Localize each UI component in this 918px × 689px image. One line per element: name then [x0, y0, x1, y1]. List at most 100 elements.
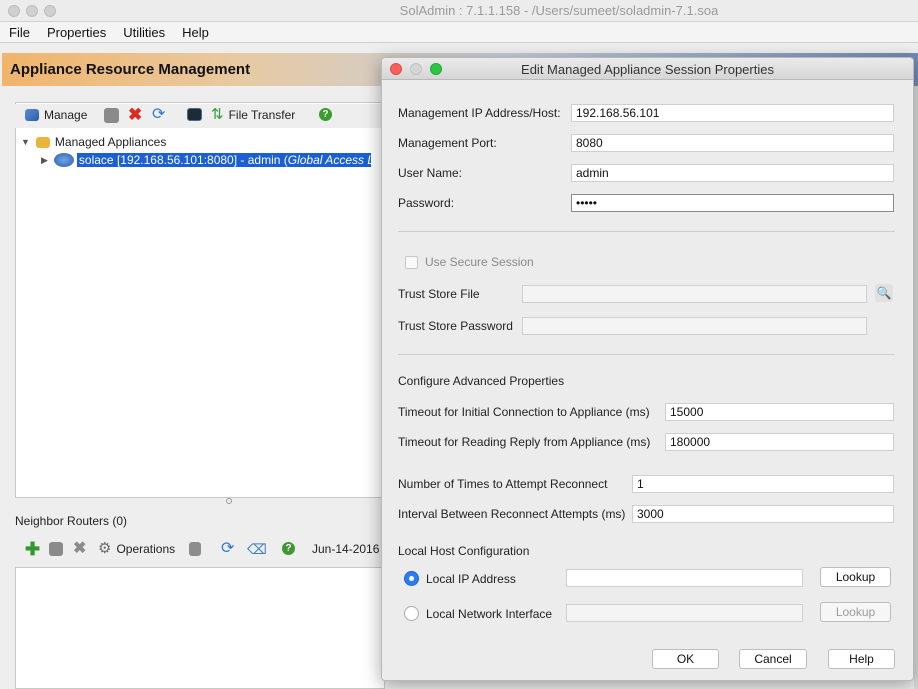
reconnect-attempts-label: Number of Times to Attempt Reconnect — [398, 477, 608, 491]
menu-properties[interactable]: Properties — [38, 22, 114, 40]
file-transfer-label: File Transfer — [228, 108, 296, 122]
username-label: User Name: — [398, 166, 463, 180]
local-nic-lookup-button[interactable]: Lookup — [820, 602, 891, 622]
reconnect-interval-label: Interval Between Reconnect Attempts (ms) — [398, 507, 626, 521]
port-label: Management Port: — [398, 136, 497, 150]
help-icon: ? — [282, 542, 295, 555]
console-button[interactable] — [187, 108, 202, 121]
neighbor-toolbar: ✚ ✖ ⚙ Operations ⟳ ⌫ ? Jun-14-2016 — [15, 538, 385, 564]
help-icon: ? — [319, 108, 332, 121]
timeout-reply-input[interactable] — [665, 433, 894, 451]
tree-appliance-row[interactable]: ▶ solace [192.168.56.101:8080] - admin (… — [41, 152, 371, 168]
local-nic-radio[interactable] — [404, 606, 419, 621]
delete-button[interactable]: ✖ — [128, 105, 143, 124]
trash-icon: ⌫ — [247, 541, 267, 557]
local-ip-label: Local IP Address — [426, 571, 516, 586]
menu-help[interactable]: Help — [173, 22, 217, 40]
timeout-reply-label: Timeout for Reading Reply from Appliance… — [398, 435, 651, 449]
trust-store-file-input[interactable] — [522, 285, 867, 303]
reconnect-attempts-input[interactable] — [632, 475, 894, 493]
secure-session-checkbox[interactable] — [405, 255, 418, 269]
tree-appliance-label[interactable]: solace [192.168.56.101:8080] - admin (Gl… — [76, 153, 371, 167]
neighbor-routers-label: Neighbor Routers (0) — [15, 514, 128, 528]
secure-session-row: Use Secure Session — [405, 255, 534, 269]
divider-grip-icon — [226, 498, 232, 504]
help-neighbor-button[interactable]: ? — [282, 542, 295, 555]
search-icon[interactable]: 🔍 — [875, 284, 893, 302]
local-nic-label: Local Network Interface — [426, 606, 553, 621]
banner-title: Appliance Resource Management — [10, 61, 251, 78]
add-icon: ✚ — [25, 539, 41, 559]
menu-bar: File Properties Utilities Help — [0, 22, 918, 43]
secure-session-label: Use Secure Session — [425, 255, 534, 269]
window-titlebar: SolAdmin : 7.1.1.158 - /Users/sumeet/sol… — [0, 0, 918, 22]
delete-icon: ✖ — [128, 105, 143, 124]
menu-file[interactable]: File — [0, 22, 38, 40]
ip-label: Management IP Address/Host: — [398, 106, 561, 120]
folder-icon — [35, 136, 50, 148]
edit-neighbor-button[interactable] — [49, 542, 63, 556]
local-ip-input[interactable] — [566, 569, 803, 587]
operations-button[interactable]: ⚙ Operations — [98, 540, 176, 557]
manage-label: Manage — [44, 108, 88, 122]
file-transfer-icon: ⇅ — [211, 106, 224, 123]
trust-store-password-label: Trust Store Password — [398, 319, 513, 333]
local-ip-radio[interactable] — [404, 571, 419, 586]
edit-icon — [49, 542, 63, 556]
timeout-initial-label: Timeout for Initial Connection to Applia… — [398, 405, 650, 419]
trust-store-password-input[interactable] — [522, 317, 867, 335]
reconnect-interval-input[interactable] — [632, 505, 894, 523]
operations-label: Operations — [116, 542, 176, 556]
password-label: Password: — [398, 196, 455, 210]
refresh-button[interactable]: ⟳ — [152, 106, 166, 123]
local-nic-input[interactable] — [566, 604, 803, 622]
expand-toggle-icon[interactable]: ▼ — [21, 137, 30, 147]
dialog-titlebar: Edit Managed Appliance Session Propertie… — [382, 58, 913, 80]
refresh-icon: ⟳ — [221, 540, 235, 557]
refresh-icon: ⟳ — [152, 106, 166, 123]
neighbor-routers-panel — [15, 567, 385, 689]
menu-utilities[interactable]: Utilities — [114, 22, 173, 40]
edit-session-dialog: Edit Managed Appliance Session Propertie… — [381, 57, 914, 681]
edit-icon — [104, 108, 119, 123]
separator — [398, 354, 895, 355]
help-dialog-button[interactable]: Help — [828, 649, 895, 669]
tree-root-label: Managed Appliances — [54, 135, 167, 149]
refresh-neighbor-button[interactable]: ⟳ — [221, 540, 235, 557]
local-nic-radio-row[interactable]: Local Network Interface — [404, 606, 552, 621]
advanced-heading: Configure Advanced Properties — [398, 374, 565, 388]
clear-button[interactable]: ⌫ — [247, 542, 267, 556]
ok-button[interactable]: OK — [652, 649, 719, 669]
gear-icon: ⚙ — [98, 540, 112, 557]
trust-store-file-label: Trust Store File — [398, 287, 480, 301]
username-input[interactable] — [571, 164, 894, 182]
help-button[interactable]: ? — [319, 108, 332, 121]
router-icon — [53, 153, 74, 167]
manage-icon — [25, 109, 39, 121]
neighbor-date: Jun-14-2016 — [312, 542, 380, 556]
delete-neighbor-button[interactable]: ✖ — [73, 540, 87, 557]
right-edge — [914, 86, 918, 689]
cancel-button[interactable]: Cancel — [739, 649, 807, 669]
port-input[interactable] — [571, 134, 894, 152]
local-host-heading: Local Host Configuration — [398, 544, 530, 558]
split-pane-divider[interactable] — [15, 498, 385, 506]
document-icon — [189, 542, 201, 556]
local-ip-radio-row[interactable]: Local IP Address — [404, 571, 516, 586]
dialog-title: Edit Managed Appliance Session Propertie… — [521, 62, 774, 77]
terminal-icon — [187, 108, 202, 121]
window-title: SolAdmin : 7.1.1.158 - /Users/sumeet/sol… — [399, 3, 719, 18]
password-input[interactable] — [571, 194, 894, 212]
manage-button[interactable]: Manage — [25, 108, 87, 122]
collapse-toggle-icon[interactable]: ▶ — [41, 155, 48, 166]
local-ip-lookup-button[interactable]: Lookup — [820, 567, 891, 587]
edit-button[interactable] — [104, 108, 119, 123]
document-button[interactable] — [189, 542, 201, 556]
file-transfer-button[interactable]: ⇅ File Transfer — [211, 106, 296, 123]
appliance-toolbar: Manage ✖ ⟳ ⇅ File Transfer ? — [15, 104, 385, 128]
delete-icon: ✖ — [73, 540, 87, 557]
tree-root-row[interactable]: ▼ Managed Appliances — [21, 134, 166, 150]
ip-input[interactable] — [571, 104, 894, 122]
add-neighbor-button[interactable]: ✚ — [25, 539, 41, 559]
timeout-initial-input[interactable] — [665, 403, 894, 421]
